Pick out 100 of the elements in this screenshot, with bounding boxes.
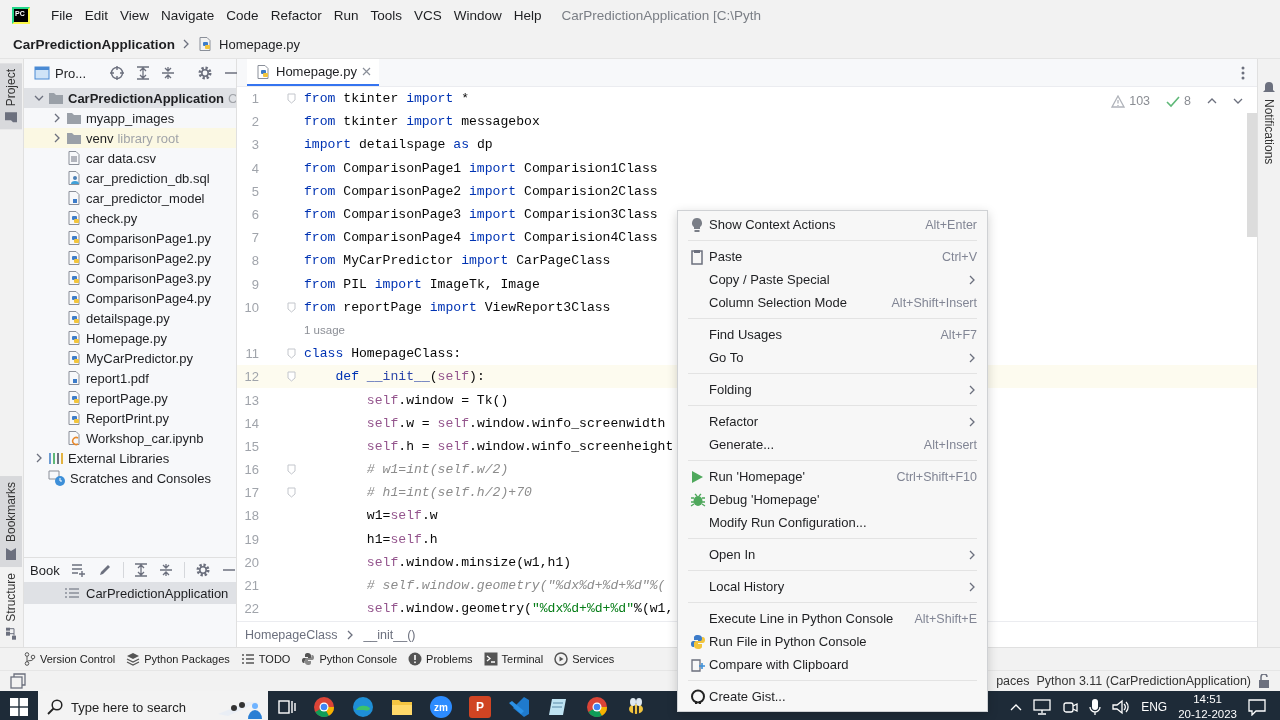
menu-item[interactable]: Execute Line in Python Console Alt+Shift+E: [678, 607, 987, 630]
speaker-icon[interactable]: [1112, 699, 1131, 715]
chevron-right-icon[interactable]: [52, 133, 62, 143]
menu-item[interactable]: Compare with Clipboard: [678, 653, 987, 676]
add-list-icon[interactable]: [70, 563, 87, 577]
chevron-down-icon[interactable]: [34, 93, 44, 103]
menu-item[interactable]: Local History: [678, 575, 987, 598]
tree-item[interactable]: car data.csv: [24, 148, 236, 168]
interpreter-status[interactable]: Python 3.11 (CarPredictionApplication): [1036, 674, 1251, 688]
breadcrumb-item[interactable]: __init__(): [363, 627, 416, 642]
fold-marker-icon[interactable]: [287, 348, 296, 360]
tree-item[interactable]: ComparisonPage3.py: [24, 268, 236, 288]
tree-item[interactable]: detailspage.py: [24, 308, 236, 328]
fold-marker-icon[interactable]: [287, 464, 296, 476]
breadcrumb-item[interactable]: CarPredictionApplication: [13, 36, 176, 52]
bookmark-item[interactable]: CarPredictionApplication: [24, 582, 236, 604]
browser-icon[interactable]: [586, 696, 608, 718]
collapse-all-icon[interactable]: [158, 563, 173, 577]
fold-marker-icon[interactable]: [287, 301, 296, 313]
tree-item[interactable]: Scratches and Consoles: [24, 468, 236, 488]
chevron-up-icon[interactable]: [1010, 703, 1023, 711]
menu-item[interactable]: Refactor: [264, 7, 328, 23]
fold-marker-icon[interactable]: [287, 371, 296, 383]
settings-icon[interactable]: [195, 562, 211, 578]
fold-marker-icon[interactable]: [287, 487, 296, 499]
tree-item[interactable]: ComparisonPage4.py: [24, 288, 236, 308]
tree-item[interactable]: MyCarPredictor.py: [24, 348, 236, 368]
breadcrumb-item[interactable]: HomepageClass: [245, 627, 338, 642]
tool-window-button[interactable]: Bookmarks: [0, 476, 22, 568]
menu-item[interactable]: Folding: [678, 378, 987, 401]
tool-window-button[interactable]: TODO: [240, 653, 291, 665]
scrollbar-thumb[interactable]: [1247, 113, 1257, 237]
panel-title[interactable]: Book: [30, 562, 60, 578]
crosshair-icon[interactable]: [109, 65, 126, 81]
folder-icon[interactable]: [391, 698, 413, 716]
tree-item[interactable]: ComparisonPage2.py: [24, 248, 236, 268]
menu-item[interactable]: Run 'Homepage' Ctrl+Shift+F10: [678, 465, 987, 488]
tree-item[interactable]: check.py: [24, 208, 236, 228]
tool-window-button[interactable]: Problems: [408, 652, 473, 666]
chevron-down-icon[interactable]: [1233, 96, 1243, 106]
tool-window-button[interactable]: Notifications: [1262, 99, 1276, 165]
panel-title[interactable]: Pro...: [55, 65, 87, 81]
menu-item[interactable]: View: [114, 7, 156, 23]
tree-item[interactable]: ComparisonPage1.py: [24, 228, 236, 248]
more-icon[interactable]: [1241, 65, 1245, 80]
tool-window-button[interactable]: Version Control: [24, 652, 116, 666]
menu-item[interactable]: Go To: [678, 346, 987, 369]
menu-item[interactable]: Run File in Python Console: [678, 630, 987, 653]
menu-item[interactable]: Find Usages Alt+F7: [678, 323, 987, 346]
menu-item[interactable]: Copy / Paste Special: [678, 268, 987, 291]
tree-item[interactable]: ReportPrint.py: [24, 408, 236, 428]
microphone-icon[interactable]: [1089, 698, 1102, 716]
menu-item[interactable]: Tools: [364, 7, 408, 23]
tree-item[interactable]: report1.pdf: [24, 368, 236, 388]
chevron-right-icon[interactable]: [52, 113, 62, 123]
menu-item[interactable]: Edit: [78, 7, 115, 23]
pencil-icon[interactable]: [97, 563, 112, 577]
browser-icon[interactable]: [313, 696, 335, 718]
start-icon[interactable]: [10, 698, 28, 716]
menu-item[interactable]: Modify Run Configuration...: [678, 511, 987, 534]
tool-window-button[interactable]: Terminal: [483, 652, 544, 666]
tool-window-button[interactable]: Python Console: [301, 652, 398, 666]
expand-all-icon[interactable]: [136, 66, 151, 80]
menu-item[interactable]: Generate... Alt+Insert: [678, 433, 987, 456]
notification-icon[interactable]: [1248, 698, 1266, 716]
status-item[interactable]: paces: [996, 674, 1030, 688]
breadcrumb-item[interactable]: Homepage.py: [219, 36, 300, 52]
language-indicator[interactable]: ENG: [1141, 700, 1168, 714]
tree-item[interactable]: Workshop_car.ipynb: [24, 428, 236, 448]
menu-item[interactable]: Help: [507, 7, 548, 23]
settings-icon[interactable]: [197, 65, 214, 81]
chevron-right-icon[interactable]: [34, 453, 44, 463]
fold-marker-icon[interactable]: [287, 93, 296, 105]
lock-icon[interactable]: [1258, 674, 1272, 688]
tree-item[interactable]: venv library root: [24, 128, 236, 148]
clock-time[interactable]: 14:51: [1193, 692, 1222, 707]
browser-icon[interactable]: [352, 696, 374, 718]
close-icon[interactable]: [361, 67, 371, 76]
search-field[interactable]: Type here to search: [38, 691, 268, 720]
tool-window-button[interactable]: Project: [0, 63, 22, 130]
notepad-icon[interactable]: [547, 696, 569, 718]
menu-item[interactable]: Create Gist...: [678, 685, 987, 708]
tool-window-button[interactable]: Structure: [0, 567, 22, 647]
menu-item[interactable]: Run: [327, 7, 365, 23]
tree-item[interactable]: Homepage.py: [24, 328, 236, 348]
menu-item[interactable]: Paste Ctrl+V: [678, 245, 987, 268]
code-editor-icon[interactable]: [508, 696, 530, 718]
tree-item[interactable]: reportPage.py: [24, 388, 236, 408]
menu-item[interactable]: Column Selection Mode Alt+Shift+Insert: [678, 291, 987, 314]
camera-icon[interactable]: [1062, 699, 1079, 715]
task-view-icon[interactable]: [278, 699, 296, 715]
tree-item[interactable]: myapp_images: [24, 108, 236, 128]
menu-item[interactable]: Code: [220, 7, 265, 23]
app-icon[interactable]: P: [469, 696, 491, 718]
menu-item[interactable]: Refactor: [678, 410, 987, 433]
monitor-icon[interactable]: [1033, 699, 1052, 715]
menu-item[interactable]: Window: [447, 7, 508, 23]
menu-item[interactable]: Debug 'Homepage': [678, 488, 987, 511]
tree-item[interactable]: External Libraries: [24, 448, 236, 468]
tree-item[interactable]: car_predictor_model: [24, 188, 236, 208]
